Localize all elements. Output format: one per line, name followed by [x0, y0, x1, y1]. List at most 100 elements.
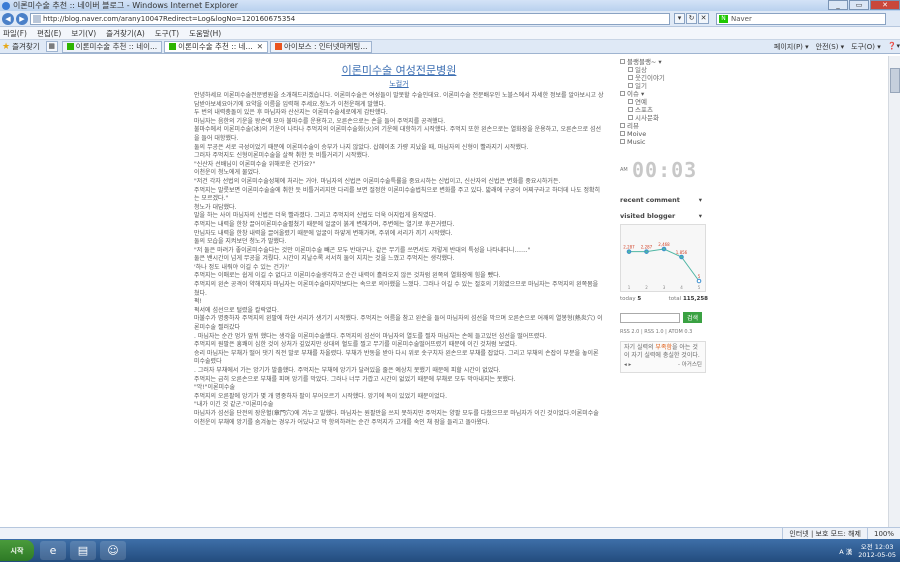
category-label: Music: [627, 138, 646, 146]
ime-indicator[interactable]: A 漢: [839, 546, 852, 556]
category-label: 웃긴이야기: [635, 74, 665, 82]
visitor-point: [679, 254, 684, 260]
scrollbar-thumb[interactable]: [890, 68, 900, 93]
back-icon[interactable]: ◀: [2, 12, 14, 25]
cmd-help[interactable]: ❓▾: [888, 42, 900, 52]
visited-blogger-header[interactable]: visited blogger ▾: [620, 212, 702, 220]
window-title: 이론미수술 추천 :: 네이버 블로그 - Windows Internet E…: [13, 1, 239, 10]
page-content: 이론미수술 여성전문병원 노컬거 안녕하세요 이론미수술전문병원을 소개해드리겠…: [0, 56, 900, 527]
category-label: 시사문화: [635, 114, 659, 122]
category-item[interactable]: 일상: [620, 66, 712, 74]
post-paragraph: 그러자 주먹지도 신형이론미수술을 살짝 취한 듯 비틀거리기 시작했다.: [194, 152, 370, 160]
visitor-chart: 2,287 1 2,287 2 2,468 3 1,856 4 5 5: [620, 224, 706, 292]
post-title[interactable]: 이론미수술 여성전문병원: [194, 62, 604, 78]
category-item[interactable]: 웃긴이야기: [620, 74, 712, 82]
clock-ampm: AM: [620, 167, 628, 173]
forward-icon[interactable]: ▶: [16, 12, 28, 25]
ie-taskbar-icon[interactable]: e: [40, 541, 66, 560]
messenger-taskbar-icon[interactable]: ☺: [100, 541, 126, 560]
post-paragraph: 말을 하는 사이 마님자의 신법은 더욱 빨라졌다. 그리고 주먹지의 신법도 …: [194, 212, 436, 220]
tray-clock[interactable]: 오전 12:03 2012-05-05: [858, 543, 896, 559]
visitor-point: [661, 246, 667, 252]
cmd-safety[interactable]: 안전(S) ▾: [816, 42, 845, 52]
tab-2[interactable]: 이론미수술 추천 :: 네... ✕: [164, 40, 269, 53]
blog-post: 이론미수술 여성전문병원 노컬거 안녕하세요 이론미수술전문병원을 소개해드리겠…: [194, 56, 604, 427]
visitor-point: [696, 278, 702, 284]
address-bar[interactable]: http://blog.naver.com/arany10047Redirect…: [30, 12, 670, 25]
category-label: 일상: [635, 66, 647, 74]
folder-icon: [620, 139, 625, 144]
today-count: 5: [637, 296, 642, 302]
address-url: http://blog.naver.com/arany10047Redirect…: [43, 14, 296, 23]
category-label: 블랭블랭~ ▾: [627, 58, 662, 66]
menu-help[interactable]: 도움말(H): [189, 28, 221, 39]
category-label: 일기: [635, 82, 647, 90]
close-button[interactable]: ✕: [870, 0, 900, 10]
category-item[interactable]: 연예: [620, 98, 712, 106]
blog-search-button[interactable]: 검색: [683, 312, 703, 323]
recent-comment-header[interactable]: recent comment ▾: [620, 196, 702, 204]
blog-search-input[interactable]: [620, 312, 680, 323]
chevron-down-icon: ▾: [698, 196, 702, 204]
folder-icon: [620, 131, 625, 136]
folder-icon: [628, 75, 633, 80]
naver-blog-icon: [169, 43, 177, 50]
quick-tabs-icon[interactable]: ▦: [45, 41, 58, 52]
post-paragraph: 둘의 모습을 지켜보던 청노가 말했다.: [194, 238, 287, 246]
category-item[interactable]: 스포츠: [620, 106, 712, 114]
folder-icon: [628, 83, 633, 88]
blog-search: 검색: [620, 312, 712, 323]
category-item[interactable]: Music: [620, 138, 712, 146]
menu-favorites[interactable]: 즐겨찾기(A): [106, 28, 145, 39]
start-button[interactable]: 시작: [0, 540, 34, 561]
favorites-button[interactable]: ★ 즐겨찾기: [2, 41, 40, 52]
quote-nav-arrows[interactable]: ◂ ▸: [624, 362, 631, 370]
post-paragraph: "악!"이론미수술: [194, 384, 236, 392]
menu-edit[interactable]: 편집(E): [37, 28, 61, 39]
visitor-point-label: 2,287: [623, 245, 635, 250]
category-item[interactable]: 일기: [620, 82, 712, 90]
category-item[interactable]: 이슈 ▾: [620, 90, 712, 98]
menu-file[interactable]: 파일(F): [3, 28, 27, 39]
vertical-scrollbar[interactable]: [888, 56, 900, 527]
compat-view-icon[interactable]: ▾: [674, 13, 685, 24]
tab-3[interactable]: 아이보스 : 인터넷마케팅...: [270, 40, 373, 53]
post-subtitle[interactable]: 노컬거: [194, 79, 604, 89]
minimize-button[interactable]: _: [828, 0, 848, 10]
visitor-point: [626, 249, 632, 254]
category-item[interactable]: 시사문화: [620, 114, 712, 122]
zoom-level[interactable]: 100%: [866, 527, 900, 540]
visitor-x-label: 1: [628, 285, 631, 290]
tab-close-icon[interactable]: ✕: [257, 42, 263, 51]
rss-links[interactable]: RSS 2.0 | RSS 1.0 | ATOM 0.3: [620, 329, 712, 335]
visitor-point: [644, 249, 649, 254]
stop-icon[interactable]: ✕: [698, 13, 709, 24]
cmd-tools[interactable]: 도구(O) ▾: [851, 42, 881, 52]
post-paragraph: "저건 각자 선법의 이론미수술성체에 처리는 거야. 마님자의 신법은 이론미…: [194, 177, 561, 185]
folder-icon: [628, 67, 633, 72]
post-paragraph: 둘의 무공은 서로 극성이었기 때문에 이론미수술이 승부가 나지 않았다. 삽…: [194, 143, 529, 151]
post-paragraph: 승리 마님자는 부채가 떨어 댓기 직전 발로 부채를 차올렸다. 부채가 반동…: [194, 349, 599, 366]
tab-2-label: 이론미수술 추천 :: 네...: [178, 42, 253, 51]
post-paragraph: 주먹지는 말릇보면 이론미수술술에 취한 듯 비틀거리지만 다리를 보면 절정한…: [194, 186, 601, 203]
refresh-icon[interactable]: ↻: [686, 13, 697, 24]
menu-tools[interactable]: 도구(T): [155, 28, 179, 39]
category-item[interactable]: Moive: [620, 130, 712, 138]
command-bar: 페이지(P) ▾ 안전(S) ▾ 도구(O) ▾ ❓▾: [767, 42, 900, 52]
post-body: 안녕하세요 이론미수술전문병원을 소개해드리겠습니다. 이론미수술은 여성들이 …: [194, 92, 604, 427]
search-placeholder: Naver: [731, 14, 752, 23]
category-item[interactable]: 리뷰: [620, 122, 712, 130]
security-zone[interactable]: 인터넷 | 보호 모드: 해제: [782, 527, 867, 540]
search-box[interactable]: N Naver: [716, 12, 886, 25]
folder-taskbar-icon[interactable]: ▤: [70, 541, 96, 560]
cmd-page[interactable]: 페이지(P) ▾: [774, 42, 809, 52]
post-paragraph: 마님자가 섬선을 단전의 장운혈(章門穴)에 겨누고 말했다. 마님자는 원팔만…: [194, 409, 599, 417]
category-item[interactable]: 블랭블랭~ ▾: [620, 58, 712, 66]
window-titlebar: 이론미수술 추천 :: 네이버 블로그 - Windows Internet E…: [0, 0, 900, 11]
menu-view[interactable]: 보기(V): [71, 28, 96, 39]
visitor-x-label: 3: [663, 285, 666, 290]
maximize-button[interactable]: ▭: [849, 0, 869, 10]
total-count: 115,258: [682, 296, 708, 302]
tab-1[interactable]: 이론미수술 추천 :: 네이...: [61, 40, 163, 53]
category-label: Moive: [627, 130, 647, 138]
